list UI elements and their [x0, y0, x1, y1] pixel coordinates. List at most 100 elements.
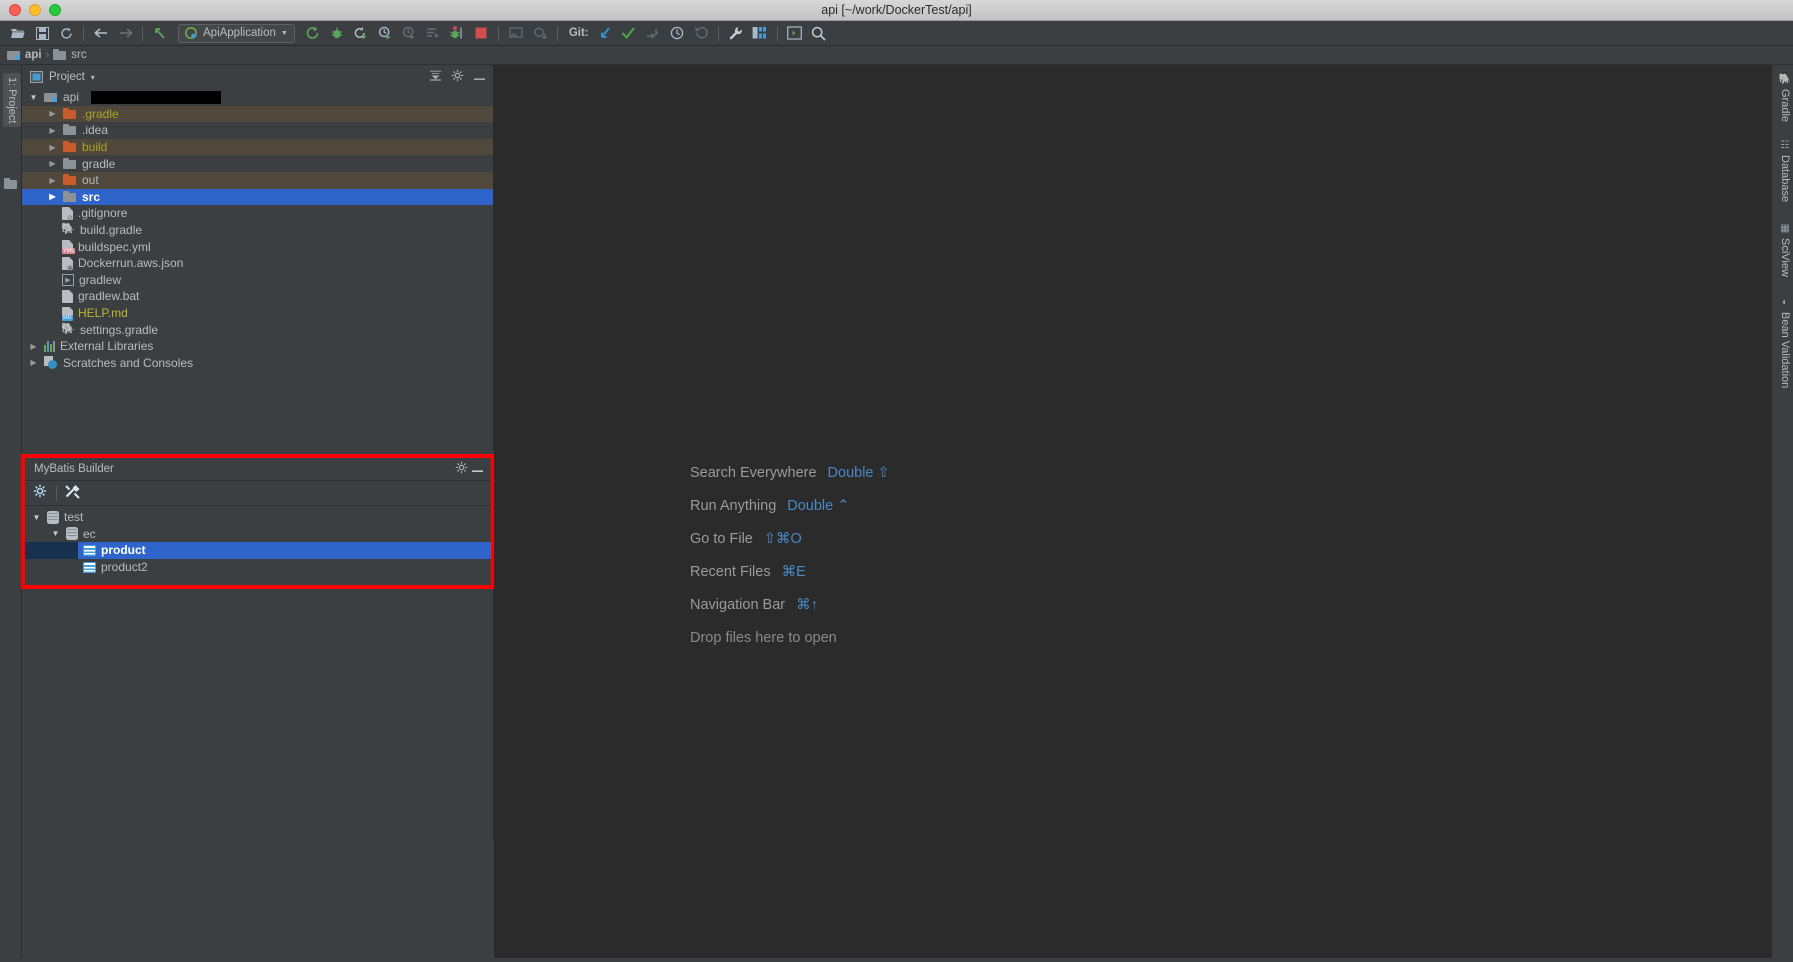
folder-icon	[63, 173, 77, 187]
chevron-right-icon[interactable]: ▶	[28, 342, 39, 351]
tree-row-build[interactable]: ▶ build	[22, 138, 493, 156]
editor-area[interactable]: Search Everywhere Double ⇧ Run Anything …	[494, 65, 1771, 962]
debug-icon[interactable]	[326, 23, 348, 44]
tree-row-api[interactable]: ▼ api	[22, 89, 493, 106]
tree-row-gitignore[interactable]: ⊘ .gitignore	[22, 205, 493, 222]
tree-row-dot-idea[interactable]: ▶ .idea	[22, 122, 493, 139]
back-icon[interactable]	[90, 23, 112, 44]
history-icon[interactable]	[666, 23, 688, 44]
run-dashboard-icon[interactable]	[422, 23, 444, 44]
welcome-label: Go to File	[690, 531, 753, 547]
run-with-coverage-icon[interactable]	[350, 23, 372, 44]
welcome-row-go-to-file[interactable]: Go to File ⇧⌘O	[690, 531, 890, 547]
last-edit-location-icon[interactable]	[149, 23, 171, 44]
breadcrumb-item-api[interactable]: api	[7, 48, 42, 62]
left-tool-window-strip: 1: Project	[0, 65, 22, 962]
tree-row-dot-gradle[interactable]: ▶ .gradle	[22, 105, 493, 123]
sidebar-item-project[interactable]: 1: Project	[3, 73, 21, 128]
run-configuration-selector[interactable]: ApiApplication ▼	[178, 23, 295, 43]
sidebar-item-gradle[interactable]: 🐘 Gradle	[1779, 73, 1791, 122]
chevron-down-icon[interactable]: ▼	[50, 529, 61, 538]
stop-icon[interactable]	[470, 23, 492, 44]
tree-row-build-gradle[interactable]: build.gradle	[22, 222, 493, 239]
settings-gear-icon[interactable]	[449, 69, 465, 85]
tree-row-scratches-and-consoles[interactable]: ▶ Scratches and Consoles	[22, 355, 493, 372]
git-label: Git:	[568, 27, 589, 39]
welcome-row-search-everywhere[interactable]: Search Everywhere Double ⇧	[690, 465, 890, 481]
mybatis-row-ec[interactable]: ▼ ec	[25, 526, 491, 543]
settings-wrench-icon[interactable]	[725, 23, 747, 44]
breadcrumb-separator: ›	[45, 49, 50, 61]
mybatis-row-product2[interactable]: product2	[25, 559, 491, 576]
sync-icon[interactable]	[55, 23, 77, 44]
chevron-right-icon[interactable]: ▶	[47, 143, 58, 152]
welcome-label: Recent Files	[690, 564, 771, 580]
welcome-row-recent-files[interactable]: Recent Files ⌘E	[690, 564, 890, 580]
hide-panel-icon[interactable]	[471, 70, 487, 84]
mybatis-settings-icon[interactable]	[33, 484, 48, 502]
hide-panel-icon[interactable]	[469, 462, 485, 476]
welcome-row-run-anything[interactable]: Run Anything Double ⌃	[690, 498, 890, 514]
tree-label: settings.gradle	[80, 322, 159, 337]
mybatis-row-product[interactable]: product	[25, 542, 491, 559]
schema-icon	[66, 527, 78, 541]
project-panel-header: Project ▾	[22, 65, 493, 89]
project-tool-window: Project ▾ ▼ api ▶ .gradle ▶ .idea ▶ buil…	[22, 65, 494, 450]
file-gitignore-icon: ⊘	[62, 206, 73, 222]
open-project-icon[interactable]	[7, 23, 29, 44]
chevron-right-icon[interactable]: ▶	[28, 358, 39, 367]
sidebar-item-bean-validation[interactable]: ◐ Bean Validation	[1779, 297, 1791, 388]
build-icon[interactable]	[505, 23, 527, 44]
mybatis-generate-icon[interactable]	[65, 484, 81, 502]
tree-row-gradlew-bat[interactable]: gradlew.bat	[22, 288, 493, 305]
tree-row-external-libraries[interactable]: ▶ External Libraries	[22, 338, 493, 355]
update-project-icon[interactable]	[594, 23, 616, 44]
welcome-label: Run Anything	[690, 498, 777, 514]
terminal-icon[interactable]	[784, 23, 806, 44]
collapse-all-icon[interactable]	[427, 70, 443, 84]
settings-gear-icon[interactable]	[453, 461, 469, 477]
rollback-icon[interactable]	[690, 23, 712, 44]
tree-row-out[interactable]: ▶ out	[22, 171, 493, 189]
chevron-down-icon[interactable]: ▾	[91, 73, 95, 82]
commit-icon[interactable]	[618, 23, 640, 44]
tree-row-dockerrun-aws-json[interactable]: ◉ Dockerrun.aws.json	[22, 255, 493, 272]
file-script-icon: ▶	[62, 273, 74, 286]
folder-icon	[53, 48, 67, 62]
chevron-right-icon[interactable]: ▶	[47, 109, 58, 118]
rerun-tests-icon[interactable]	[446, 23, 468, 44]
mybatis-row-test[interactable]: ▼ test	[25, 509, 491, 526]
chevron-right-icon[interactable]: ▶	[47, 192, 58, 201]
push-icon[interactable]	[642, 23, 664, 44]
mybatis-builder-tool-window: MyBatis Builder ▼ test ▼ ec product prod…	[21, 454, 495, 589]
save-all-icon[interactable]	[31, 23, 53, 44]
chevron-right-icon[interactable]: ▶	[47, 126, 58, 135]
favorites-folder-icon[interactable]	[4, 177, 18, 196]
run-icon[interactable]	[302, 23, 324, 44]
attach-profiler-icon[interactable]	[398, 23, 420, 44]
chevron-down-icon[interactable]: ▼	[281, 30, 288, 37]
tree-row-gradle[interactable]: ▶ gradle	[22, 155, 493, 172]
profile-icon[interactable]	[374, 23, 396, 44]
tree-row-help-md[interactable]: MD HELP.md	[22, 305, 493, 322]
welcome-shortcut: Double ⇧	[827, 465, 890, 481]
project-structure-icon[interactable]	[749, 23, 771, 44]
tree-row-buildspec-yml[interactable]: YML buildspec.yml	[22, 238, 493, 255]
chevron-right-icon[interactable]: ▶	[47, 159, 58, 168]
sidebar-item-database[interactable]: ☷ Database	[1779, 140, 1791, 202]
breadcrumb-item-src[interactable]: src	[53, 48, 87, 62]
chevron-down-icon[interactable]: ▼	[28, 93, 39, 102]
welcome-row-navigation-bar[interactable]: Navigation Bar ⌘↑	[690, 597, 890, 613]
toolbar-divider	[56, 485, 57, 501]
update-app-icon[interactable]	[529, 23, 551, 44]
welcome-label: Drop files here to open	[690, 630, 837, 646]
sidebar-item-sciview[interactable]: ▦ SciView	[1779, 223, 1791, 277]
chevron-down-icon[interactable]: ▼	[31, 513, 42, 522]
tree-row-settings-gradle[interactable]: settings.gradle	[22, 321, 493, 338]
chevron-right-icon[interactable]: ▶	[47, 176, 58, 185]
table-icon	[83, 561, 96, 573]
forward-icon[interactable]	[114, 23, 136, 44]
search-icon[interactable]	[808, 23, 830, 44]
tree-row-src[interactable]: ▶ src	[22, 188, 493, 206]
tree-row-gradlew[interactable]: ▶ gradlew	[22, 272, 493, 289]
